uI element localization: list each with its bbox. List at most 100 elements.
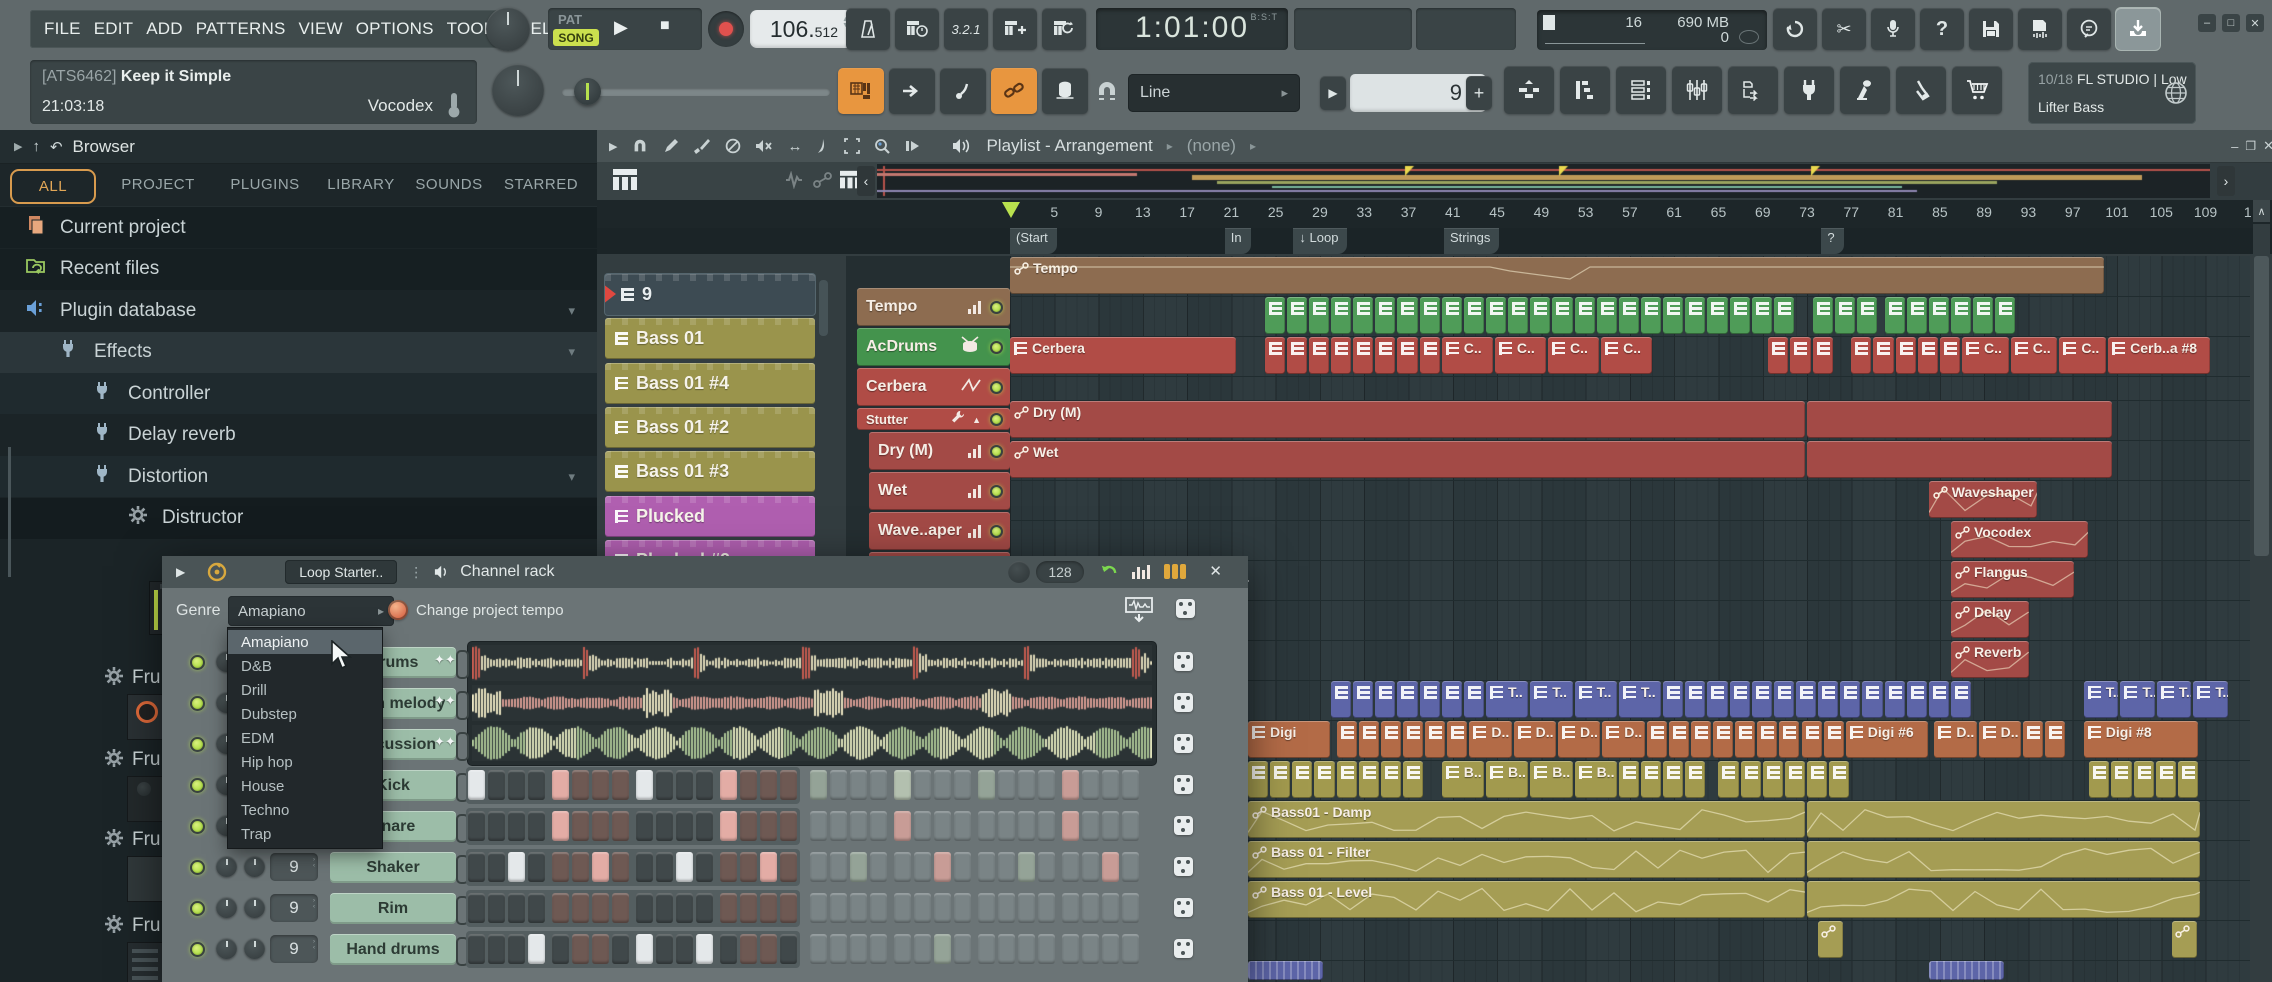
step-cell-6[interactable] xyxy=(572,893,589,923)
clip-digi-row[interactable] xyxy=(1359,721,1379,758)
channel-mute-pill[interactable] xyxy=(456,691,469,720)
step-cell-11[interactable] xyxy=(676,852,693,882)
picker-pattern-bass01[interactable]: Bass 01 xyxy=(605,318,815,359)
channel-button-rim[interactable]: Rim xyxy=(330,893,456,924)
clip-tonal-row[interactable] xyxy=(1353,681,1373,718)
step-cell-25[interactable] xyxy=(978,770,995,800)
step-cell-4[interactable] xyxy=(528,934,545,964)
channel-volume-knob[interactable] xyxy=(244,897,265,918)
browser-menu-icon[interactable]: ▶ xyxy=(14,140,22,153)
genre-option-house[interactable]: House xyxy=(228,774,382,798)
clip-tonal-row[interactable] xyxy=(1862,681,1882,718)
master-pitch-slider[interactable] xyxy=(562,88,830,96)
clip-acdrums-row[interactable] xyxy=(1951,297,1971,334)
browser-item-plugin-database[interactable]: Plugin database▾ xyxy=(0,290,597,331)
metronome-button[interactable] xyxy=(846,8,890,50)
clip-link-row[interactable] xyxy=(2172,921,2197,958)
channel-dice-icon[interactable] xyxy=(1174,898,1193,917)
clip-cerbera-row[interactable] xyxy=(1287,337,1307,374)
playlist-lane-vocodex-row[interactable]: Vocodex xyxy=(1010,520,2250,561)
step-cell-7[interactable] xyxy=(592,770,609,800)
clip-b[interactable]: B.. xyxy=(1575,761,1617,798)
clip-filter-row[interactable] xyxy=(1807,841,2200,878)
step-cell-8[interactable] xyxy=(612,811,629,841)
playlist-toggle-icon[interactable] xyxy=(1504,66,1554,114)
step-cell-14[interactable] xyxy=(740,770,757,800)
step-cell-15[interactable] xyxy=(760,893,777,923)
step-cell-25[interactable] xyxy=(978,893,995,923)
channel-target-selector[interactable]: 9›‹ xyxy=(270,894,318,922)
step-cell-13[interactable] xyxy=(720,852,737,882)
step-cell-10[interactable] xyxy=(656,893,673,923)
playlist-close-icon[interactable]: ✕ xyxy=(2263,138,2272,154)
step-cell-9[interactable] xyxy=(636,770,653,800)
browser-tab-library[interactable]: LIBRARY xyxy=(320,169,402,200)
channel-dice-icon[interactable] xyxy=(1174,857,1193,876)
step-cell-31[interactable] xyxy=(1102,770,1119,800)
clip-acdrums-row[interactable] xyxy=(1752,297,1772,334)
clip-acdrums-row[interactable] xyxy=(1995,297,2015,334)
step-cell-22[interactable] xyxy=(914,893,931,923)
playlist-lane-waveshaper-row[interactable]: Waveshaper xyxy=(1010,480,2250,521)
step-cell-27[interactable] xyxy=(1018,811,1035,841)
step-cell-4[interactable] xyxy=(528,770,545,800)
expand-arrow-icon[interactable]: ▾ xyxy=(568,469,575,485)
channel-enable-led[interactable] xyxy=(190,901,205,916)
step-cell-1[interactable] xyxy=(468,811,485,841)
clip-basspat-row[interactable] xyxy=(1785,761,1805,798)
clip-cerba#8[interactable]: Cerb..a #8 xyxy=(2108,337,2210,374)
browser-up-icon[interactable]: ↑ xyxy=(32,138,40,155)
minimize-icon[interactable]: – xyxy=(2198,14,2216,32)
clip-tonal-row[interactable] xyxy=(1685,681,1705,718)
step-cell-29[interactable] xyxy=(1062,934,1079,964)
clip-acdrums-row[interactable] xyxy=(1530,297,1550,334)
clip-cerbera-row[interactable] xyxy=(1331,337,1351,374)
step-cell-10[interactable] xyxy=(656,770,673,800)
clip-cerbera-row[interactable] xyxy=(1873,337,1893,374)
step-cell-30[interactable] xyxy=(1082,934,1099,964)
picker-piano-icon[interactable] xyxy=(612,168,638,192)
step-cell-6[interactable] xyxy=(572,934,589,964)
close-icon[interactable]: ✕ xyxy=(2246,14,2264,32)
step-cell-28[interactable] xyxy=(1038,811,1055,841)
playhead-cursor[interactable] xyxy=(1002,202,1020,218)
clip-d[interactable]: D.. xyxy=(1602,721,1644,758)
step-cell-16[interactable] xyxy=(780,770,797,800)
clip-digi-row[interactable] xyxy=(1337,721,1357,758)
clip-tonal-row[interactable] xyxy=(1420,681,1440,718)
clip-link-row[interactable] xyxy=(1818,921,1843,958)
browser-back-icon[interactable]: ↶ xyxy=(50,138,63,156)
clip-cerbera-row[interactable] xyxy=(1813,337,1833,374)
step-cell-22[interactable] xyxy=(914,811,931,841)
clip-basspat-row[interactable] xyxy=(1314,761,1334,798)
step-cell-26[interactable] xyxy=(998,811,1015,841)
step-cell-27[interactable] xyxy=(1018,852,1035,882)
step-cell-10[interactable] xyxy=(656,934,673,964)
track-enable-led[interactable] xyxy=(990,341,1003,354)
step-cell-7[interactable] xyxy=(592,893,609,923)
clip-basspat-row[interactable] xyxy=(2134,761,2154,798)
step-cell-17[interactable] xyxy=(810,852,827,882)
marker-strings[interactable]: Strings xyxy=(1444,228,1499,254)
clip-digi-row[interactable] xyxy=(1381,721,1401,758)
step-cell-4[interactable] xyxy=(528,852,545,882)
clip-tonal-row[interactable] xyxy=(1331,681,1351,718)
slice-tool-icon[interactable] xyxy=(816,138,830,154)
step-cell-11[interactable] xyxy=(676,934,693,964)
browser-toggle-icon[interactable] xyxy=(1728,66,1778,114)
channel-button-hand-drums[interactable]: Hand drums xyxy=(330,934,456,965)
step-cell-30[interactable] xyxy=(1082,811,1099,841)
clip-acdrums-row[interactable] xyxy=(1597,297,1617,334)
clip-t[interactable]: T.. xyxy=(2193,681,2228,718)
clip-bottom-row[interactable] xyxy=(1929,961,2004,980)
playlist-menu-icon[interactable]: ▶ xyxy=(609,140,617,153)
channel-dice-icon[interactable] xyxy=(1174,693,1193,712)
clip-drym[interactable]: Dry (M) xyxy=(1010,401,1805,438)
step-cell-11[interactable] xyxy=(676,811,693,841)
clip-bass01filter[interactable]: Bass 01 - Filter xyxy=(1248,841,1805,878)
step-cell-1[interactable] xyxy=(468,934,485,964)
clip-basspat-row[interactable] xyxy=(1663,761,1683,798)
clip-c[interactable]: C.. xyxy=(1962,337,2009,374)
marker-loop[interactable]: ↓ Loop xyxy=(1293,228,1347,254)
step-cell-4[interactable] xyxy=(528,893,545,923)
